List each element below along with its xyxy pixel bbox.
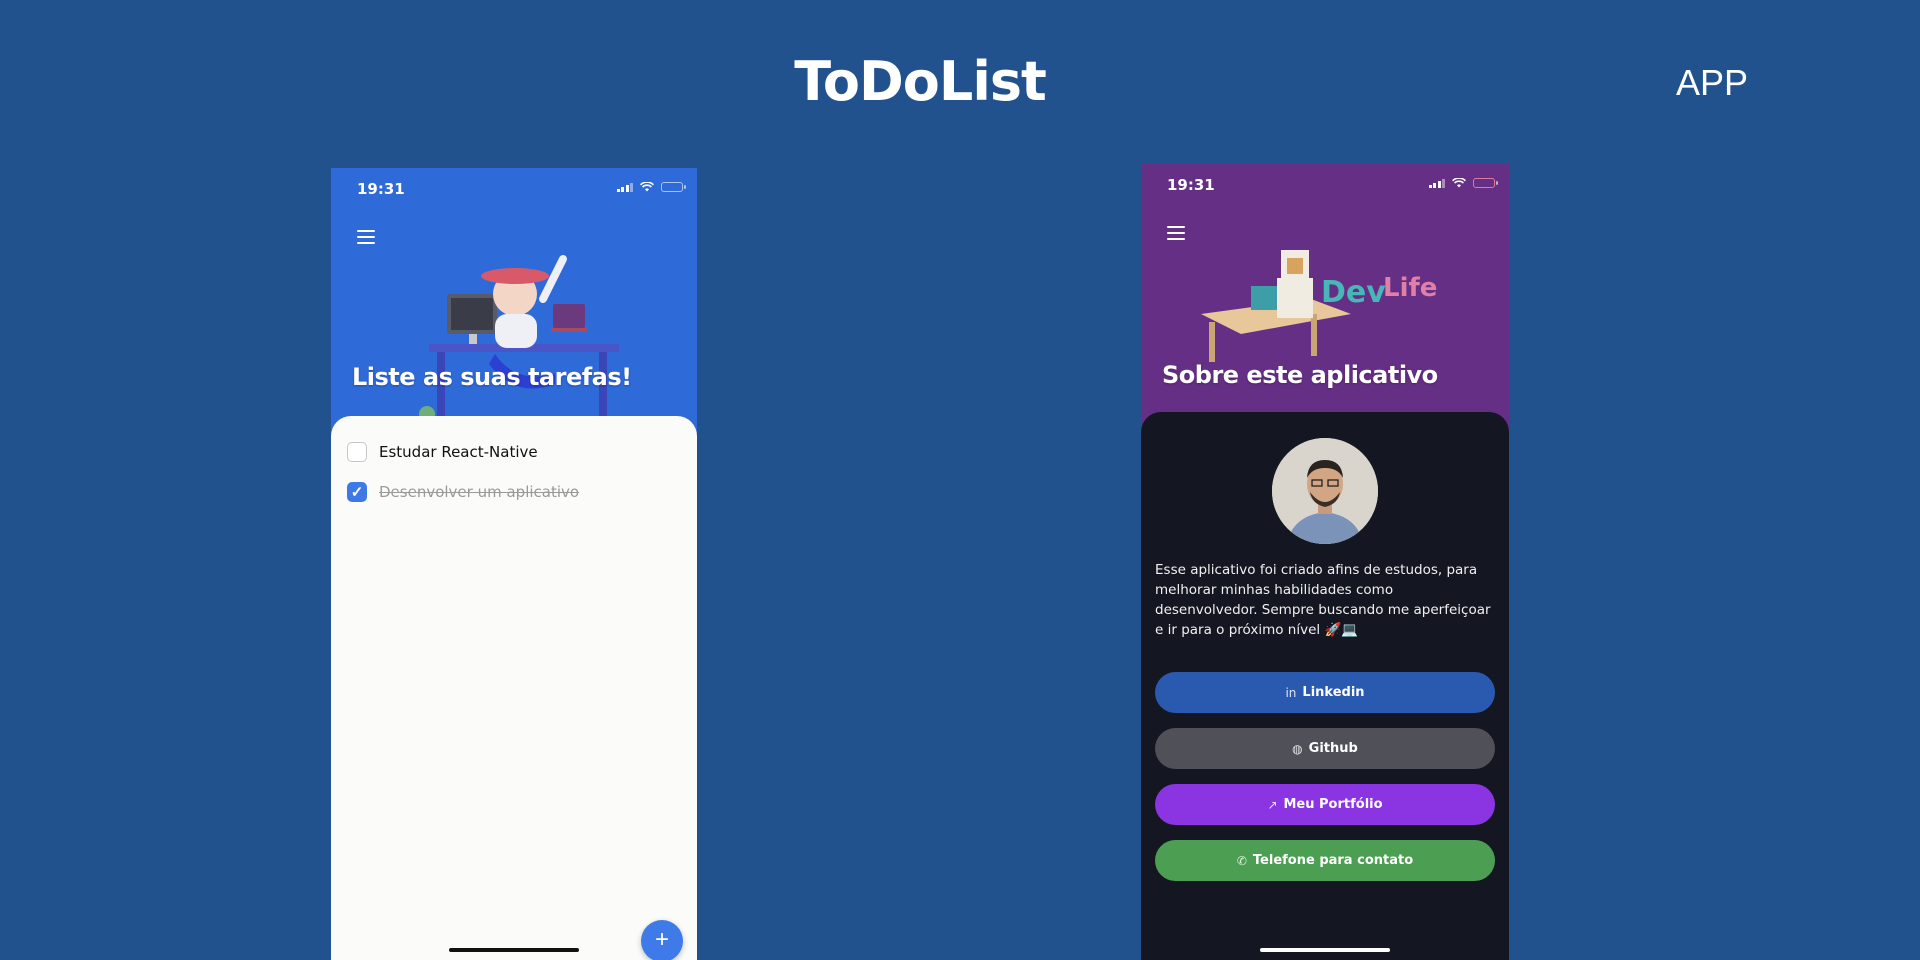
portfolio-button[interactable]: ↗ Meu Portfólio: [1155, 784, 1495, 825]
home-indicator: [1260, 948, 1390, 952]
linkedin-button[interactable]: in Linkedin: [1155, 672, 1495, 713]
wifi-icon: [1452, 178, 1466, 188]
menu-icon[interactable]: [1167, 226, 1185, 240]
task-list-sheet: Estudar React-Native ✓ Desenvolver um ap…: [331, 416, 697, 960]
signal-icon: [1428, 178, 1445, 188]
svg-text:Dev: Dev: [1321, 275, 1386, 310]
svg-text:Life: Life: [1383, 273, 1437, 303]
phone-contact-button[interactable]: ✆ Telefone para contato: [1155, 840, 1495, 881]
wifi-icon: [640, 182, 654, 192]
task-item[interactable]: ✓ Desenvolver um aplicativo: [347, 482, 579, 502]
home-indicator: [449, 948, 579, 952]
about-sheet: Esse aplicativo foi criado afins de estu…: [1141, 412, 1509, 960]
avatar: [1272, 438, 1378, 544]
linkedin-icon: in: [1285, 685, 1297, 700]
add-task-button[interactable]: +: [641, 920, 683, 960]
battery-icon: [661, 182, 686, 192]
page-title: ToDoList: [794, 50, 1047, 113]
status-time: 19:31: [1167, 176, 1215, 194]
checkbox-checked[interactable]: ✓: [347, 482, 367, 502]
hero-illustration: Dev Life: [1201, 250, 1437, 362]
hero-title: Liste as suas tarefas!: [352, 363, 632, 391]
todo-phone-screen: 19:31 Liste as suas tarefas! Estudar Rea…: [331, 168, 697, 960]
task-item[interactable]: Estudar React-Native: [347, 442, 538, 462]
status-time: 19:31: [357, 180, 405, 198]
battery-icon: [1473, 178, 1498, 188]
github-icon: ◍: [1292, 741, 1303, 756]
phone-icon: ✆: [1236, 853, 1247, 868]
task-label: Estudar React-Native: [379, 443, 538, 461]
task-label: Desenvolver um aplicativo: [379, 483, 580, 501]
hero-illustration: [419, 255, 619, 422]
about-phone-screen: 19:31 Dev Life Sobre este aplicativo Ess…: [1141, 164, 1509, 960]
menu-icon[interactable]: [357, 230, 375, 244]
status-bar: 19:31: [331, 168, 697, 208]
checkbox-unchecked[interactable]: [347, 442, 367, 462]
status-bar: 19:31: [1141, 164, 1509, 204]
about-text: Esse aplicativo foi criado afins de estu…: [1155, 562, 1491, 638]
button-label: Meu Portfólio: [1283, 797, 1383, 812]
external-link-icon: ↗: [1267, 797, 1278, 812]
github-button[interactable]: ◍ Github: [1155, 728, 1495, 769]
checkmark-icon: ✓: [350, 484, 364, 501]
button-label: Github: [1308, 741, 1358, 756]
signal-icon: [616, 182, 633, 192]
button-label: Linkedin: [1302, 685, 1365, 700]
app-label: APP: [1675, 62, 1748, 103]
hero-title: Sobre este aplicativo: [1162, 361, 1438, 389]
button-label: Telefone para contato: [1252, 853, 1414, 868]
